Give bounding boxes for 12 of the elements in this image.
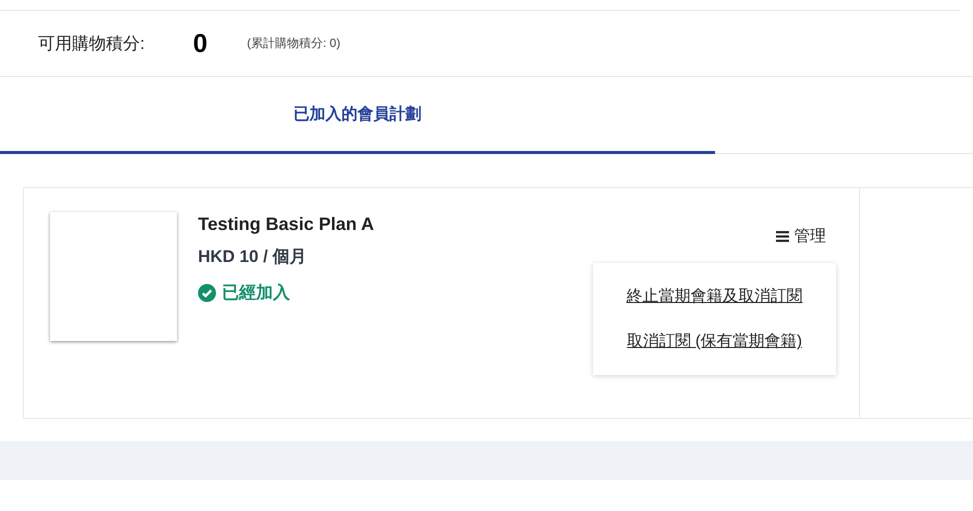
manage-button[interactable]: 管理 [776,226,826,247]
tab[interactable]: 已加入的會員計劃 [0,77,715,154]
status-text: 已經加入 [222,282,290,304]
menu-link[interactable]: 終止當期會籍及取消訂閱 [626,286,802,307]
menu-link[interactable]: 取消訂閱 (保有當期會籍) [626,331,802,352]
check-circle-icon [198,284,216,302]
plan-price: HKD 10 / 個月 [198,246,308,268]
points-value: 0 [193,28,208,59]
points-label: 可用購物積分: [38,33,146,55]
menu-icon [776,230,789,243]
points-total: (累計購物積分: 0) [247,35,340,52]
plan-name: Testing Basic Plan A [198,214,374,236]
